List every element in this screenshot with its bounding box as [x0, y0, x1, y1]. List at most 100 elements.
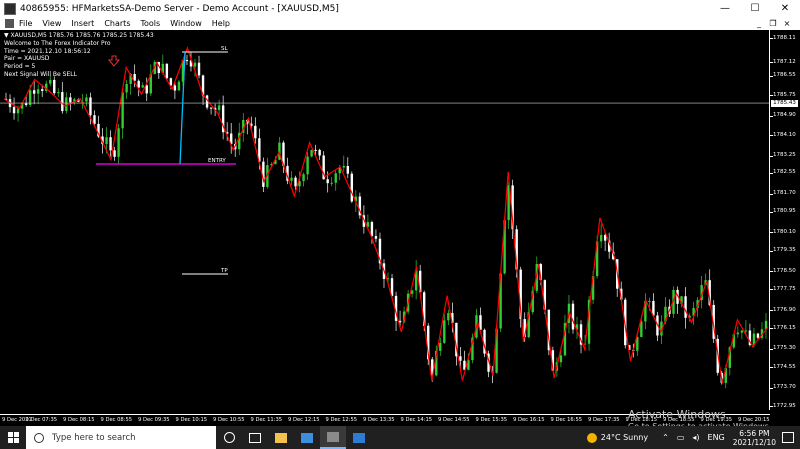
minimize-button[interactable]: —	[710, 0, 740, 17]
candle-body	[57, 92, 60, 94]
price-tick-label: 1773.70	[773, 384, 796, 391]
clock-date: 2021/12/10	[732, 437, 776, 447]
candle-body	[648, 300, 651, 302]
candle-body	[294, 177, 297, 187]
time-tick-label: 9 Dec 08:15	[63, 417, 95, 423]
notification-icon[interactable]	[782, 432, 794, 443]
chart-close-button[interactable]: ×	[780, 17, 794, 30]
cortana-icon	[223, 432, 235, 443]
candle-body	[306, 156, 309, 175]
taskbar-file-explorer[interactable]	[268, 426, 294, 449]
candle-body	[290, 177, 293, 181]
task-view-button[interactable]	[242, 426, 268, 449]
taskbar-metatrader[interactable]	[320, 426, 346, 449]
window-title: 40865955: HFMarketsSA-Demo Server - Demo…	[20, 3, 339, 14]
chevron-up-icon[interactable]: ⌃	[662, 433, 669, 442]
candle-body	[254, 125, 257, 139]
windows-logo-icon	[7, 432, 19, 443]
clock-time: 6:56 PM	[739, 428, 770, 438]
candle-body	[49, 79, 52, 84]
weather-text[interactable]: 24°C Sunny	[601, 433, 648, 442]
indicator-info: ▼ XAUUSD,M5 1785.76 1785.76 1785.25 1785…	[4, 32, 154, 79]
price-tick-label: 1779.35	[773, 247, 796, 254]
price-tick-label: 1778.50	[773, 267, 796, 274]
taskbar-photos[interactable]	[346, 426, 372, 449]
menu-charts[interactable]: Charts	[104, 19, 130, 28]
candle-body	[314, 149, 317, 151]
tp-label: TP	[220, 268, 228, 274]
candle-body	[599, 235, 603, 242]
window-controls: — ☐ ✕	[710, 0, 800, 17]
candle-body	[326, 179, 329, 184]
menu-window[interactable]: Window	[170, 19, 202, 28]
candle-body	[165, 63, 169, 79]
maximize-button[interactable]: ☐	[740, 0, 770, 17]
candle-body	[193, 62, 197, 67]
candle-body	[330, 182, 333, 184]
weather-sun-icon[interactable]	[586, 432, 597, 443]
candle-body	[342, 165, 345, 168]
time-tick-label: 9 Dec 11:35	[250, 417, 283, 423]
time-tick-label: 9 Dec 12:15	[288, 417, 320, 423]
taskbar-search[interactable]: Type here to search	[26, 426, 216, 449]
price-chart[interactable]: SL ENTRY TP	[0, 30, 770, 414]
candle-body	[370, 222, 374, 237]
chart-header-text: XAUUSD,M5 1785.76 1785.76 1785.25 1785.4…	[10, 32, 154, 39]
price-axis[interactable]: 1788.11 1787.12 1786.55 1785.75 1784.90 1784.…	[769, 30, 800, 410]
candle-body	[350, 173, 354, 202]
entry-label: ENTRY	[208, 158, 226, 164]
system-tray: 24°C Sunny ⌃ ▭ ◂) ENG 6:56 PM 2021/12/10	[586, 426, 800, 449]
candle-body	[209, 107, 213, 109]
candle-body	[109, 137, 112, 151]
task-view-icon	[249, 432, 261, 443]
clock[interactable]: 6:56 PM 2021/12/10	[733, 429, 776, 447]
language-indicator[interactable]: ENG	[708, 433, 725, 442]
candle-body	[145, 85, 148, 94]
candle-body	[459, 356, 462, 361]
menu-help[interactable]: Help	[212, 19, 230, 28]
candle-body	[346, 165, 349, 174]
taskbar-mail[interactable]	[294, 426, 320, 449]
candle-body	[559, 355, 563, 363]
menu-file[interactable]: File	[19, 19, 32, 28]
chart-window[interactable]: SL ENTRY TP ▼ XAUUSD,M5 1785.76 1785.76 17…	[0, 30, 800, 431]
search-placeholder: Type here to search	[52, 432, 136, 443]
price-tick-label: 1781.70	[773, 190, 796, 197]
chart-minimize-button[interactable]: _	[752, 17, 766, 30]
activate-title: Activate Windows	[628, 408, 726, 421]
menu-tools[interactable]: Tools	[140, 19, 160, 28]
price-tick-label: 1783.25	[773, 152, 796, 159]
candle-body	[61, 92, 64, 112]
candle-body	[744, 330, 748, 332]
chart-restore-button[interactable]: ❐	[766, 17, 780, 30]
price-tick-label: 1776.15	[773, 324, 796, 331]
candle-body	[374, 236, 378, 239]
mail-icon	[301, 432, 313, 443]
price-tick-label: 1780.10	[773, 228, 796, 235]
folder-icon	[275, 432, 287, 443]
time-tick-label: 9 Dec 15:35	[475, 417, 508, 423]
taskbar: Type here to search 24°C Sunny ⌃ ▭ ◂) EN…	[0, 426, 800, 449]
candle-body	[141, 85, 144, 88]
candle-body	[447, 313, 450, 321]
candle-body	[310, 149, 313, 157]
price-tick-label: 1772.95	[773, 402, 796, 409]
menu-insert[interactable]: Insert	[71, 19, 94, 28]
price-tick-label: 1784.10	[773, 131, 796, 138]
close-button[interactable]: ✕	[770, 0, 800, 17]
candle-body	[169, 78, 173, 86]
network-icon[interactable]: ▭	[677, 433, 685, 442]
candle-body	[443, 320, 446, 343]
candle-body	[334, 173, 337, 183]
price-tick-label: 1775.30	[773, 345, 796, 352]
candle-body	[113, 150, 116, 157]
candle-body	[137, 80, 140, 88]
start-button[interactable]	[0, 426, 26, 449]
cortana-button[interactable]	[216, 426, 242, 449]
menu-view[interactable]: View	[42, 19, 61, 28]
candle-body	[53, 79, 56, 94]
volume-icon[interactable]: ◂)	[692, 433, 699, 442]
candle-body	[69, 97, 72, 103]
search-icon	[34, 432, 44, 443]
price-tick-label: 1787.12	[773, 58, 796, 65]
